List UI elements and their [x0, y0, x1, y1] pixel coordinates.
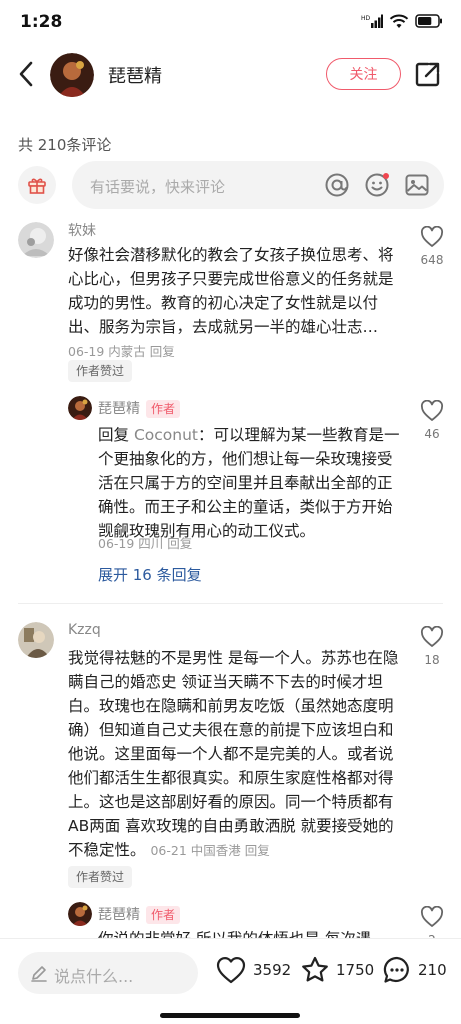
expand-replies-button[interactable]: 展开 16 条回复	[98, 564, 202, 585]
at-icon[interactable]	[324, 172, 350, 198]
reply-avatar[interactable]	[68, 902, 92, 926]
like-count: 3592	[253, 961, 292, 979]
comment-text[interactable]: 我觉得祛魅的不是男性 是每一个人。苏苏也在隐瞒自己的婚恋史 领证当天瞒不下去的时…	[68, 646, 402, 863]
bottom-action-bar: 说点什么... 3592 1750 210	[0, 938, 461, 1024]
reply-to-name[interactable]: Coconut	[134, 426, 198, 444]
reply-text[interactable]: 回复 Coconut：可以理解为某一些教育是一个更抽象化的方，他们想让每一朵玫瑰…	[98, 423, 402, 543]
reply-username-text[interactable]: 琵琶精	[98, 907, 140, 923]
commenter-avatar[interactable]	[18, 222, 54, 258]
like-note-button[interactable]: 3592	[215, 955, 291, 985]
comment-meta[interactable]: 06-19 内蒙古 回复	[68, 344, 175, 359]
author-tag: 作者	[146, 400, 181, 418]
svg-text:HD: HD	[361, 15, 371, 22]
emoji-icon[interactable]	[364, 172, 390, 198]
author-avatar[interactable]	[50, 53, 94, 97]
like-count: 46	[424, 427, 440, 441]
star-icon	[302, 956, 328, 982]
heart-icon	[420, 225, 444, 247]
author-name[interactable]: 琵琶精	[108, 62, 162, 88]
author-tag: 作者	[146, 906, 181, 924]
battery-icon	[415, 14, 442, 28]
comment-button[interactable]: 210	[382, 955, 447, 985]
comment-body: 好像社会潜移默化的教会了女孩子换位思考、将心比心，但男孩子只要完成世俗意义的任务…	[68, 246, 394, 336]
commenter-name[interactable]: Kzzq	[68, 622, 101, 638]
wifi-icon	[389, 14, 409, 28]
status-icons: HD	[361, 13, 443, 29]
heart-icon	[420, 399, 444, 421]
reply-avatar[interactable]	[68, 396, 92, 420]
like-count: 18	[424, 653, 440, 667]
gift-button[interactable]	[18, 166, 56, 204]
comment-input[interactable]: 有话要说，快来评论	[72, 161, 444, 209]
like-button[interactable]: 18	[417, 625, 447, 667]
share-button[interactable]	[414, 60, 442, 88]
status-time: 1:28	[20, 12, 63, 32]
bottom-comment-input[interactable]: 说点什么...	[18, 952, 198, 994]
author-liked-badge: 作者赞过	[68, 360, 133, 382]
comment-text[interactable]: 好像社会潜移默化的教会了女孩子换位思考、将心比心，但男孩子只要完成世俗意义的任务…	[68, 243, 402, 364]
cellular-signal-icon: HD	[361, 14, 383, 28]
commenter-avatar[interactable]	[18, 622, 54, 658]
favorite-button[interactable]: 1750	[300, 955, 374, 985]
reply-like-button[interactable]: 46	[417, 399, 447, 441]
reply-prefix: 回复	[98, 426, 134, 444]
commenter-name[interactable]: 软妹	[68, 220, 96, 240]
reply-meta[interactable]: 06-19 四川 回复	[98, 533, 192, 552]
comment-meta[interactable]: 06-21 中国香港 回复	[150, 843, 269, 858]
comment-count: 共 210条评论	[18, 136, 112, 154]
follow-button[interactable]: 关注	[326, 58, 401, 90]
favorite-count: 1750	[336, 961, 375, 979]
comment-divider	[18, 603, 443, 604]
heart-icon	[420, 625, 444, 647]
reply-username-text[interactable]: 琵琶精	[98, 401, 140, 417]
note-header: 琵琶精 关注	[0, 44, 461, 106]
comment-input-placeholder: 有话要说，快来评论	[90, 178, 226, 196]
gift-icon	[28, 178, 46, 194]
reply-username: 琵琶精 作者	[98, 398, 181, 418]
heart-icon	[216, 957, 246, 984]
like-button[interactable]: 648	[417, 225, 447, 267]
heart-icon	[420, 905, 444, 927]
back-button[interactable]	[12, 58, 40, 90]
home-indicator	[160, 1013, 300, 1018]
author-liked-badge: 作者赞过	[68, 866, 133, 888]
comment-body: 我觉得祛魅的不是男性 是每一个人。苏苏也在隐瞒自己的婚恋史 领证当天瞒不下去的时…	[68, 649, 399, 859]
pencil-icon	[31, 966, 47, 982]
reply-username: 琵琶精 作者	[98, 904, 181, 924]
bottom-input-placeholder: 说点什么...	[54, 967, 134, 986]
image-icon[interactable]	[404, 172, 430, 198]
comment-bubble-icon	[383, 956, 409, 983]
like-count: 648	[420, 253, 444, 267]
comment-total: 210	[418, 961, 447, 979]
back-arrow-icon	[19, 61, 33, 87]
status-bar: 1:28 HD	[0, 0, 461, 44]
share-icon	[415, 62, 440, 87]
